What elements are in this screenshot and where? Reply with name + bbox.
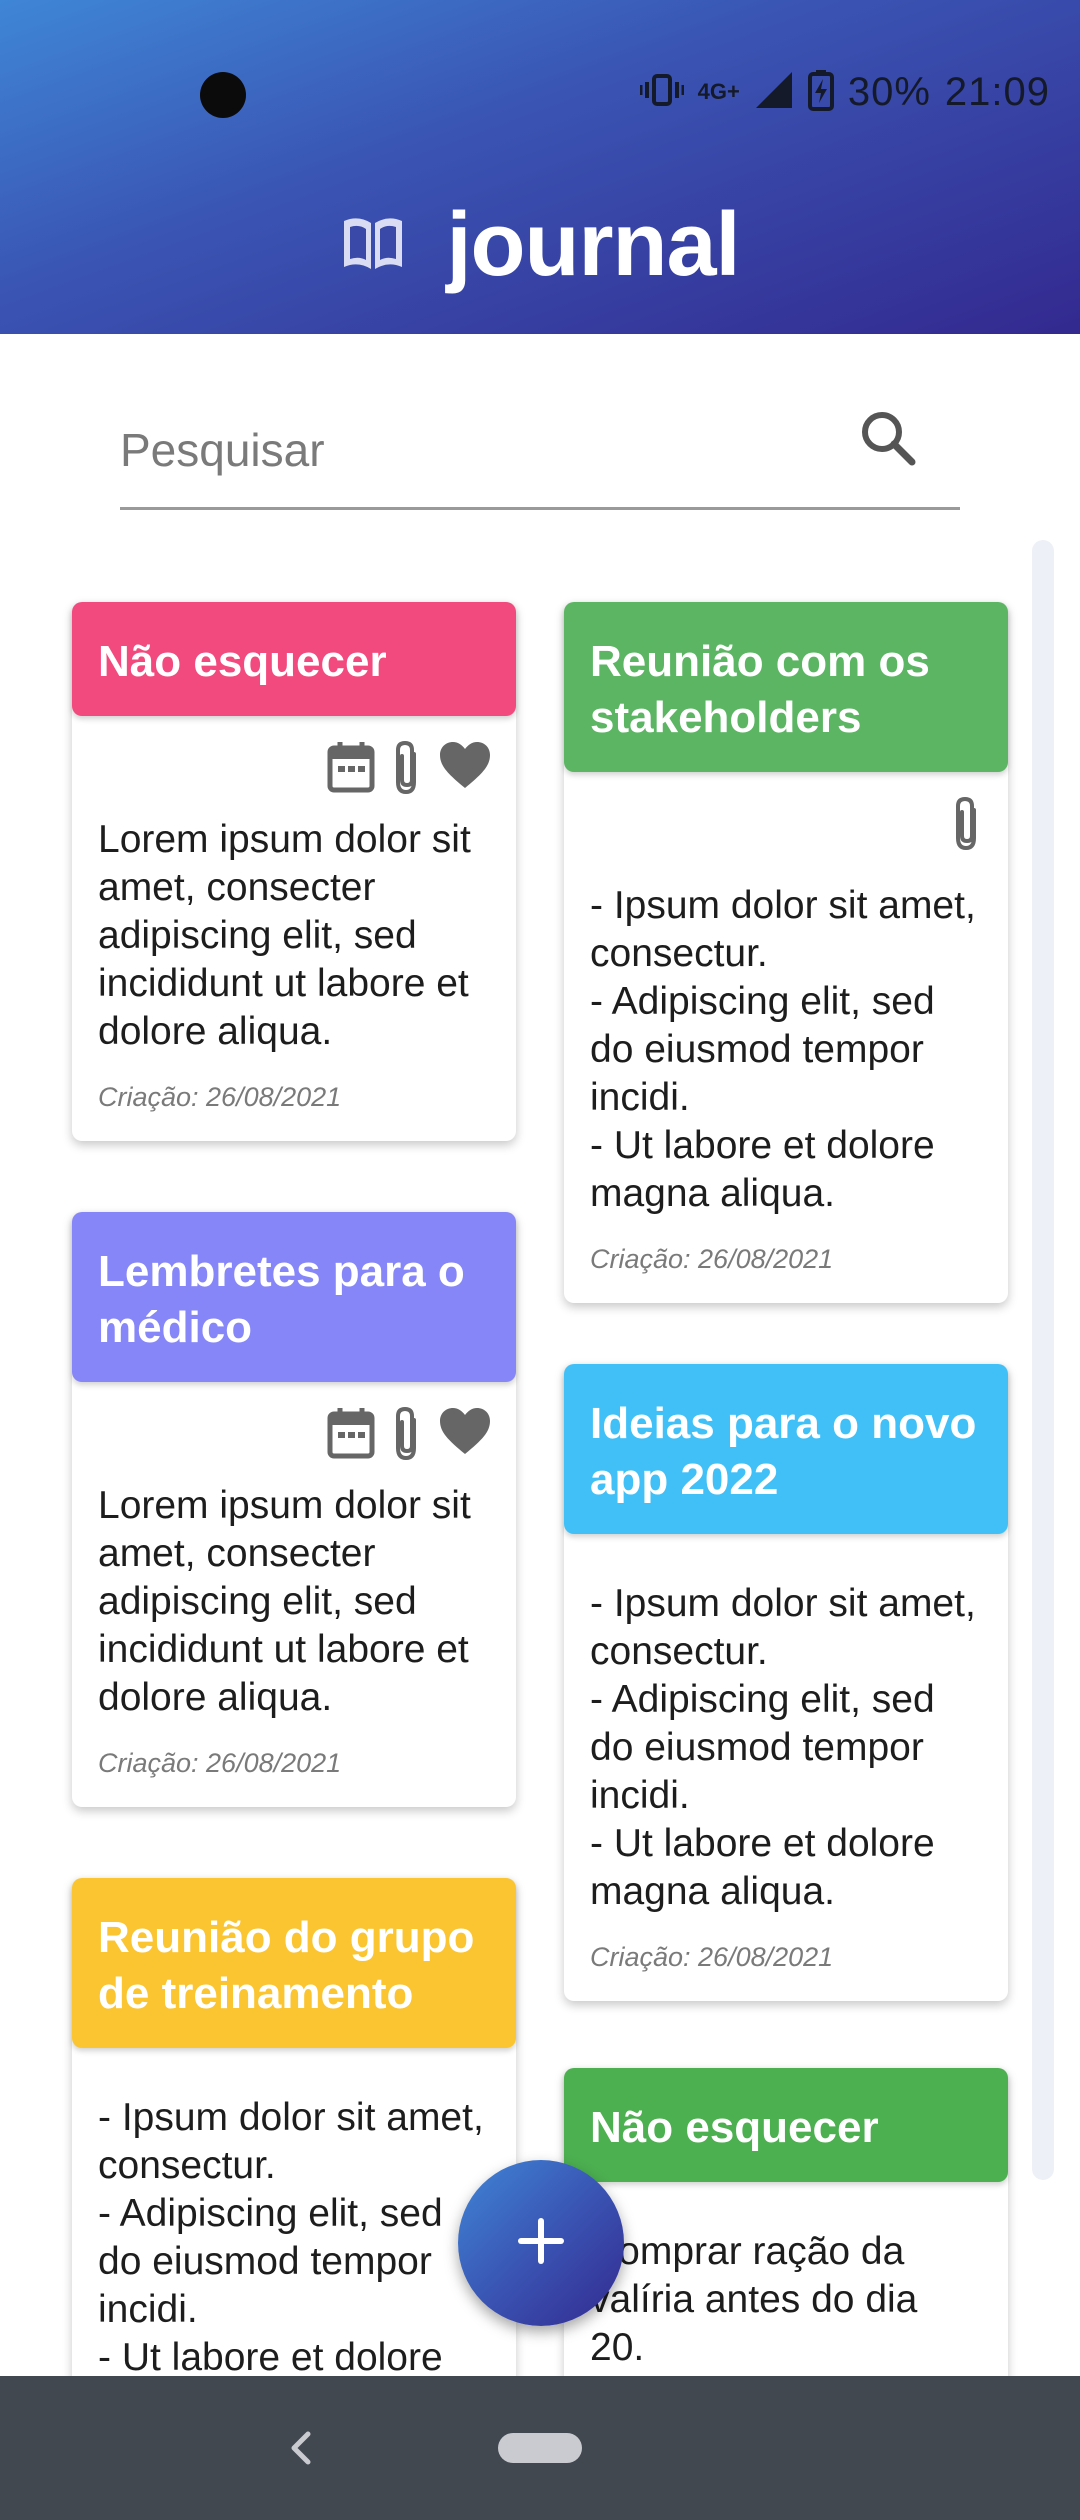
note-title: Não esquecer (72, 602, 516, 716)
note-icons (72, 716, 516, 796)
search-icon[interactable] (856, 406, 920, 470)
note-title: Lembretes para o médico (72, 1212, 516, 1382)
paperclip-icon[interactable] (390, 740, 424, 796)
clock: 21:09 (944, 69, 1050, 114)
back-chevron-icon[interactable] (280, 2420, 320, 2476)
paperclip-icon[interactable] (390, 1406, 424, 1462)
note-body: Comprar ração da valíria antes do dia 20… (590, 2230, 918, 2369)
note-card[interactable]: Lembretes para o médico Lorem ipsum dolo… (72, 1212, 516, 1807)
front-camera (200, 72, 246, 118)
app-header: 4G+ 30% 21:09 journal (0, 0, 1080, 334)
note-card[interactable]: Não esquecer Comprar ração da valíria an… (564, 2068, 1008, 2380)
network-type: 4G+ (697, 79, 740, 104)
note-body: - Ipsum dolor sit amet, consectur. - Adi… (590, 1582, 976, 1913)
note-title: Não esquecer (564, 2068, 1008, 2182)
note-body: Lorem ipsum dolor sit amet, consecter ad… (98, 1484, 471, 1719)
notes-feed[interactable]: Não esquecer Lorem ipsum dolor sit amet,… (0, 560, 1080, 2380)
open-book-icon (340, 213, 406, 278)
vibrate-icon (639, 70, 685, 115)
search-bar (120, 380, 960, 510)
app-brand: journal (0, 190, 1080, 300)
note-title: Ideias para o novo app 2022 (564, 1364, 1008, 1534)
note-body: Lorem ipsum dolor sit amet, consecter ad… (98, 818, 471, 1053)
app-title: journal (446, 194, 740, 295)
note-title: Reunião com os stakeholders (564, 602, 1008, 772)
paperclip-icon[interactable] (950, 796, 984, 852)
battery-percent: 30% (847, 69, 931, 114)
note-date: Criação: 26/08/2021 (590, 1942, 834, 1972)
calendar-icon[interactable] (326, 740, 376, 796)
heart-icon[interactable] (438, 740, 492, 796)
battery-charging-icon (807, 69, 834, 116)
note-date: Criação: 26/08/2021 (590, 1244, 834, 1274)
note-card[interactable]: Não esquecer Lorem ipsum dolor sit amet,… (72, 602, 516, 1141)
calendar-icon[interactable] (326, 1406, 376, 1462)
screen: 4G+ 30% 21:09 journal Pesquisar Não esqu… (0, 0, 1080, 2520)
note-card[interactable]: Ideias para o novo app 2022 - Ipsum dolo… (564, 1364, 1008, 2001)
note-date: Criação: 26/08/2021 (98, 1082, 342, 1112)
note-body: - Ipsum dolor sit amet, consectur. - Adi… (98, 2096, 484, 2379)
plus-icon (515, 2215, 567, 2272)
note-card[interactable]: Reunião com os stakeholders - Ipsum dolo… (564, 602, 1008, 1303)
add-note-button[interactable] (458, 2160, 624, 2326)
note-date: Criação: 26/08/2021 (98, 1748, 342, 1778)
home-pill-icon[interactable] (498, 2433, 582, 2463)
status-bar: 4G+ 30% 21:09 (639, 62, 1050, 122)
signal-icon (754, 70, 794, 115)
heart-icon[interactable] (438, 1406, 492, 1462)
search-input[interactable] (120, 400, 820, 500)
note-icons (72, 1382, 516, 1462)
note-icons (564, 772, 1008, 852)
system-nav-bar (0, 2376, 1080, 2520)
note-card[interactable]: Reunião do grupo de treinamento - Ipsum … (72, 1878, 516, 2380)
note-body: - Ipsum dolor sit amet, consectur. - Adi… (590, 884, 976, 1215)
note-title: Reunião do grupo de treinamento (72, 1878, 516, 2048)
